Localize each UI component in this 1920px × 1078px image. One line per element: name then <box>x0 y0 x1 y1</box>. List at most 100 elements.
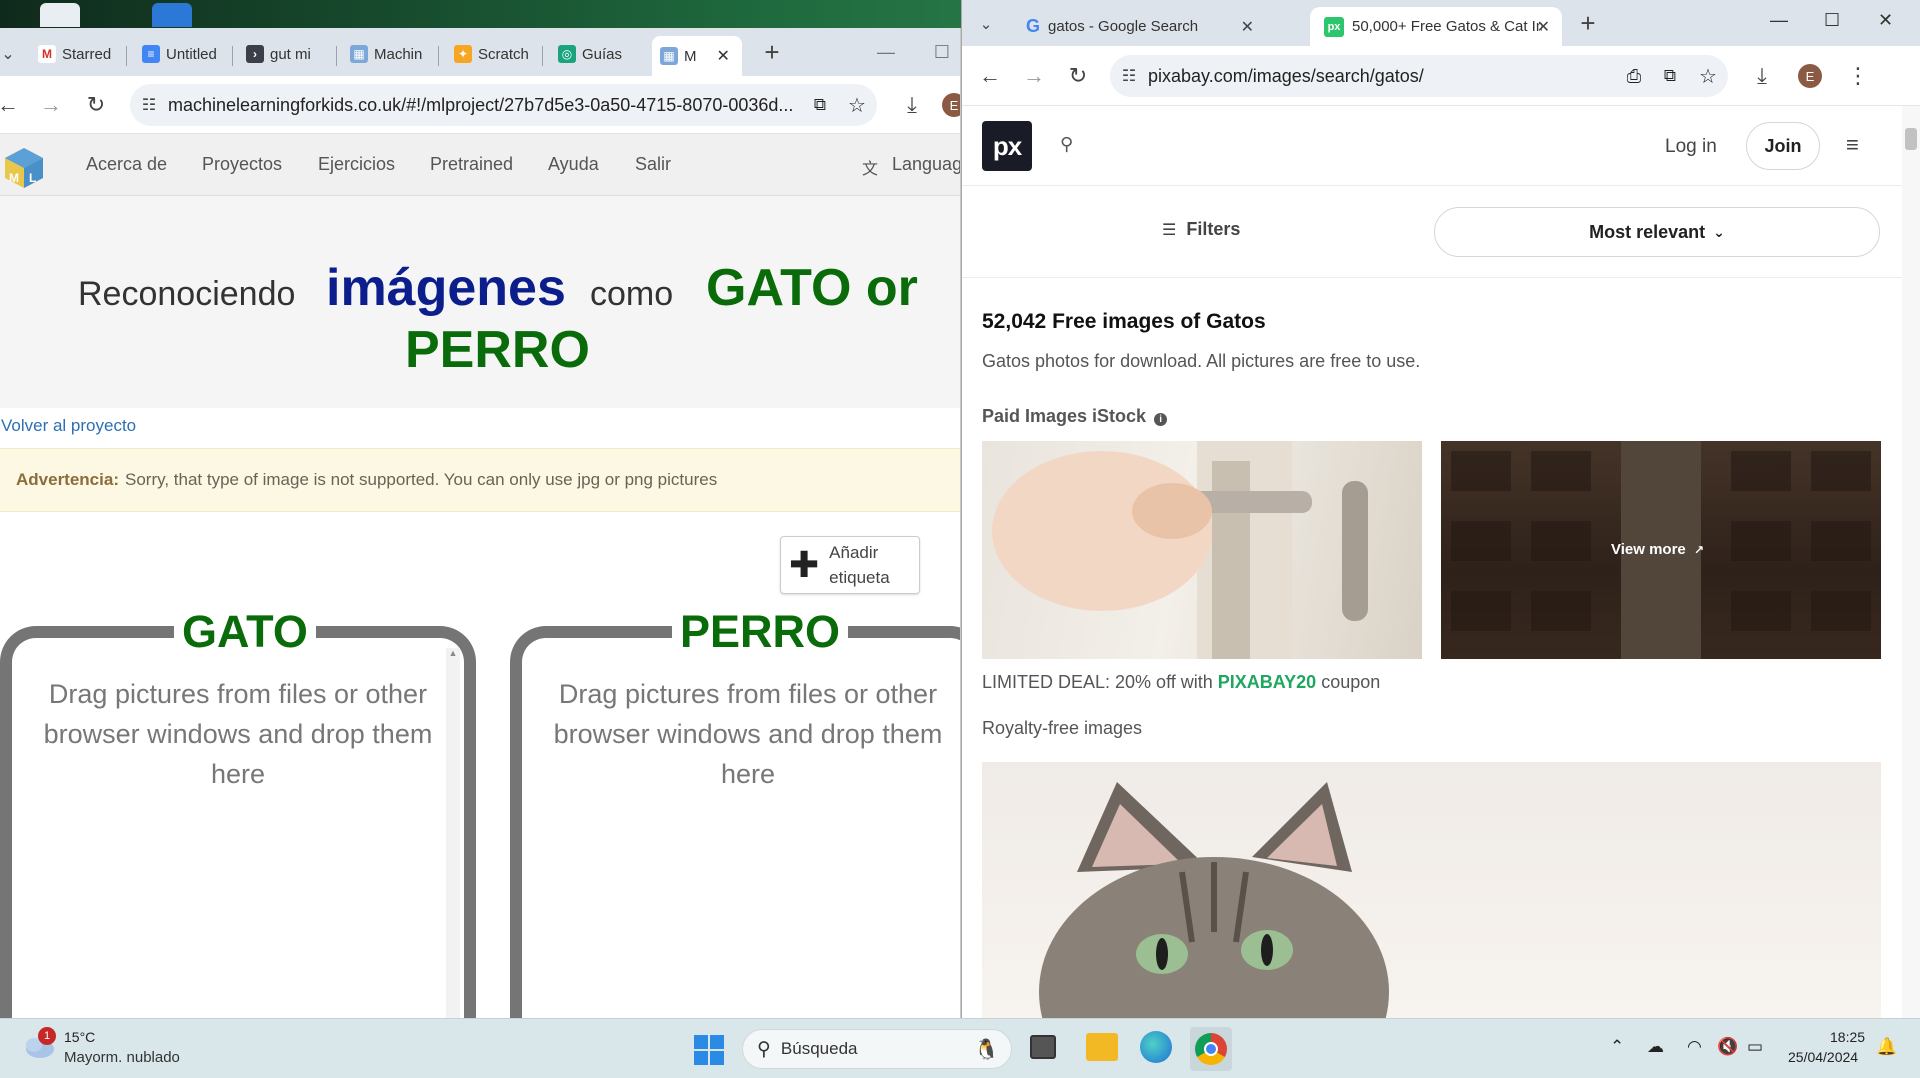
deal-prefix: LIMITED DEAL: 20% off with <box>982 672 1213 692</box>
bucket-scrollbar[interactable]: ▲ <box>446 648 460 1018</box>
tab-label: Starred <box>62 45 112 63</box>
bookmark-star-icon[interactable]: ☆ <box>837 93 877 118</box>
taskbar-search[interactable]: ⚲ Búsqueda 🐧 <box>742 1029 1012 1069</box>
battery-icon[interactable]: ▭ <box>1747 1037 1763 1057</box>
search-icon[interactable]: ⚲ <box>1060 134 1073 155</box>
profile-avatar[interactable]: E <box>942 93 960 117</box>
ml-logo-icon[interactable]: M L <box>3 146 45 190</box>
istock-image-view-more[interactable]: View more ↗ <box>1441 441 1881 659</box>
minimize-icon[interactable]: — <box>870 36 902 68</box>
bookmark-star-icon[interactable]: ☆ <box>1688 64 1728 89</box>
cloud-offline-icon[interactable]: ☁ <box>1647 1037 1664 1057</box>
tab-untitled[interactable]: ≡ Untitled <box>134 39 218 69</box>
door-handle-illustration <box>992 441 1368 659</box>
cat-photo[interactable] <box>982 762 1881 1018</box>
site-info-icon[interactable]: ☷ <box>130 95 168 115</box>
profile-avatar[interactable]: E <box>1798 64 1822 88</box>
tab-pixabay[interactable]: px 50,000+ Free Gatos & Cat Imag ✕ <box>1310 7 1562 46</box>
translate-icon[interactable]: ⧉ <box>1652 66 1688 86</box>
address-bar[interactable]: ☷ machinelearningforkids.co.uk/#!/mlproj… <box>130 84 877 126</box>
maximize-icon[interactable]: ☐ <box>926 36 958 68</box>
tab-google-search[interactable]: G gatos - Google Search ✕ <box>1012 7 1266 46</box>
close-tab-icon[interactable]: ✕ <box>1241 17 1254 37</box>
tab-search-chevron-icon[interactable]: ⌄ <box>970 8 1002 40</box>
more-menu-icon[interactable]: ⋮ <box>1842 60 1874 92</box>
pixabay-logo[interactable]: px <box>982 121 1032 171</box>
nav-salir[interactable]: Salir <box>635 154 671 175</box>
svg-text:M: M <box>9 171 19 185</box>
minimize-icon[interactable]: — <box>1770 10 1788 31</box>
chrome-taskbar-button[interactable] <box>1190 1027 1232 1071</box>
pixabay-icon: px <box>1324 16 1344 37</box>
info-icon[interactable]: i <box>1154 413 1168 426</box>
new-tab-icon[interactable]: + <box>1572 7 1604 39</box>
sort-dropdown[interactable]: Most relevant ⌄ <box>1434 207 1880 257</box>
site-info-icon[interactable]: ☷ <box>1110 66 1148 86</box>
install-app-icon[interactable]: ⎙ <box>1616 66 1652 87</box>
speaker-muted-icon[interactable]: 🔇 <box>1717 1037 1738 1057</box>
search-icon: ⚲ <box>757 1038 771 1060</box>
language-icon[interactable]: 文 <box>862 155 878 179</box>
clock-time[interactable]: 18:25 <box>1830 1029 1865 1045</box>
istock-image-door-handle[interactable] <box>982 441 1422 659</box>
search-highlight-icon: 🐧 <box>974 1038 999 1061</box>
view-more-link[interactable]: View more ↗ <box>1611 541 1704 558</box>
join-button[interactable]: Join <box>1746 122 1820 170</box>
maximize-icon[interactable]: ☐ <box>1824 10 1840 31</box>
weather-badge: 1 <box>38 1027 56 1045</box>
new-tab-icon[interactable]: + <box>756 36 788 68</box>
download-icon[interactable]: ⤓ <box>1746 60 1778 92</box>
bucket-gato[interactable]: GATO Drag pictures from files or other b… <box>0 606 476 1018</box>
clock-date[interactable]: 25/04/2024 <box>1788 1049 1858 1065</box>
tab-starred[interactable]: M Starred <box>30 39 114 69</box>
nav-proyectos[interactable]: Proyectos <box>202 154 282 175</box>
recycle-bin-icon[interactable] <box>40 3 80 27</box>
bucket-name: PERRO <box>672 606 849 658</box>
add-label-button[interactable]: ✚ Añadir etiqueta <box>780 536 920 594</box>
nav-ayuda[interactable]: Ayuda <box>548 154 599 175</box>
download-icon[interactable]: ⤓ <box>896 89 928 121</box>
file-explorer-icon[interactable] <box>1086 1033 1118 1061</box>
translate-icon[interactable]: ⧉ <box>803 95 837 115</box>
weather-widget[interactable]: 1 <box>22 1027 56 1059</box>
tab-search-chevron-icon[interactable]: ⌄ <box>0 38 24 70</box>
tab-scratch[interactable]: ✦ Scratch <box>446 39 532 69</box>
back-icon[interactable]: ← <box>974 60 1006 92</box>
forward-icon[interactable]: → <box>1018 60 1050 92</box>
edge-icon[interactable] <box>1140 1031 1172 1063</box>
nav-pretrained[interactable]: Pretrained <box>430 154 513 175</box>
nav-acerca[interactable]: Acerca de <box>86 154 167 175</box>
back-icon[interactable]: ← <box>0 89 24 121</box>
hamburger-menu-icon[interactable]: ≡ <box>1846 132 1859 158</box>
url-text: machinelearningforkids.co.uk/#!/mlprojec… <box>168 94 794 115</box>
scrollbar-thumb[interactable] <box>1905 128 1917 150</box>
desktop-shortcut-icon[interactable] <box>152 3 192 27</box>
tab-guias[interactable]: ◎ Guías <box>550 39 636 69</box>
login-link[interactable]: Log in <box>1665 136 1717 158</box>
tab-active-ml[interactable]: ▦ M ✕ <box>652 36 742 76</box>
tab-machine[interactable]: ▦ Machin <box>342 39 428 69</box>
nav-language[interactable]: Language <box>892 154 960 175</box>
chevron-up-icon[interactable]: ⌃ <box>1610 1037 1624 1057</box>
gmail-icon: M <box>38 45 56 63</box>
forward-icon[interactable]: → <box>35 89 67 121</box>
close-tab-icon[interactable]: ✕ <box>1537 17 1550 37</box>
task-view-icon[interactable] <box>1030 1035 1056 1059</box>
tab-label: gatos - Google Search <box>1048 18 1199 35</box>
reload-icon[interactable]: ↻ <box>80 89 112 121</box>
page-scrollbar[interactable] <box>1902 106 1920 1018</box>
close-tab-icon[interactable]: ✕ <box>717 46 730 66</box>
close-window-icon[interactable]: ✕ <box>1878 10 1893 31</box>
wifi-icon[interactable]: ◠ <box>1687 1037 1702 1057</box>
notification-bell-icon[interactable]: 🔔 <box>1876 1037 1897 1057</box>
scroll-up-icon[interactable]: ▲ <box>446 648 460 658</box>
windows-start-icon[interactable] <box>694 1035 724 1065</box>
bucket-perro[interactable]: PERRO Drag pictures from files or other … <box>510 606 960 1018</box>
coupon-code[interactable]: PIXABAY20 <box>1218 672 1316 692</box>
nav-ejercicios[interactable]: Ejercicios <box>318 154 395 175</box>
tab-gut[interactable]: › gut mi <box>238 39 326 69</box>
back-to-project-link[interactable]: Volver al proyecto <box>1 416 136 436</box>
filters-button[interactable]: ☰ Filters <box>1162 219 1240 240</box>
address-bar[interactable]: ☷ pixabay.com/images/search/gatos/ ⎙ ⧉ ☆ <box>1110 55 1728 97</box>
reload-icon[interactable]: ↻ <box>1062 60 1094 92</box>
